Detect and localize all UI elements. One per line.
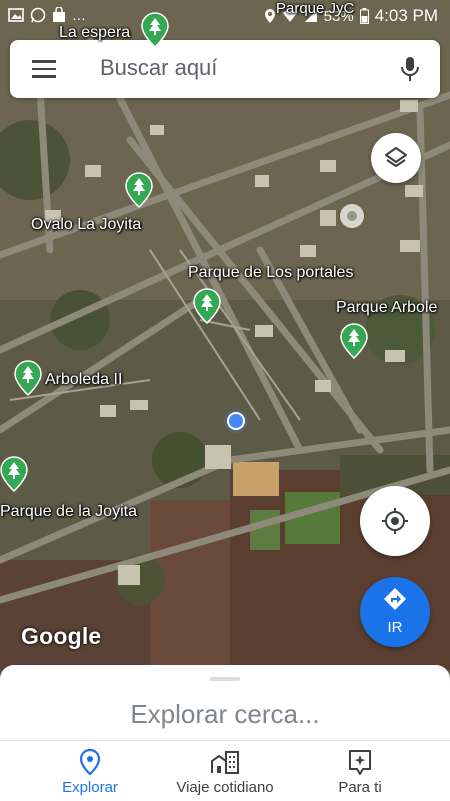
tab-label: Para ti [338,779,382,796]
map-label-parque-arboleda[interactable]: Parque Arbole [336,299,437,317]
tab-viaje-cotidiano[interactable]: Viaje cotidiano [160,741,290,801]
park-pin-icon[interactable] [125,172,153,208]
directions-button[interactable]: IR [360,577,430,647]
clock: 4:03 PM [374,6,438,25]
search-bar[interactable]: Buscar aquí [10,40,440,98]
tab-explorar[interactable]: Explorar [40,741,140,801]
park-pin-icon[interactable] [14,360,42,396]
map-label-ovalo-la-joyita[interactable]: Ovalo La Joyita [31,216,141,234]
crosshair-icon [382,508,408,534]
park-pin-icon[interactable] [193,288,221,324]
gallery-icon [8,8,24,22]
more-notifications-icon: … [72,7,86,23]
directions-label: IR [387,619,403,636]
notification-icons: … [8,7,86,23]
tab-para-ti[interactable]: Para ti [310,741,410,801]
park-pin-icon[interactable] [0,456,28,492]
sheet-drag-handle[interactable] [210,677,240,681]
map-label-la-espera[interactable]: La espera [59,24,130,42]
my-location-button[interactable] [360,486,430,556]
hamburger-menu-icon[interactable] [32,60,56,78]
google-logo: Google [21,623,102,649]
map-label-parque-de-los-portales[interactable]: Parque de Los portales [188,264,353,282]
location-icon [264,9,275,23]
park-pin-icon[interactable] [340,323,368,359]
map-label-arboleda-ii[interactable]: Arboleda II [45,371,122,389]
explore-nearby-title[interactable]: Explorar cerca... [0,699,450,730]
commute-buildings-icon [211,751,239,774]
directions-arrow-icon [384,588,406,610]
user-location-dot [224,409,248,433]
battery-icon [359,8,369,24]
map-label-parque-jyc[interactable]: Parque JyC [276,0,354,17]
layers-icon [385,147,407,167]
shopping-bag-icon [53,7,65,22]
explore-sheet[interactable]: Explorar cerca... [0,665,450,740]
location-pin-icon [79,749,101,775]
map-label-parque-de-la-joyita[interactable]: Parque de la Joyita [0,503,137,521]
sparkle-card-icon [349,750,371,775]
search-input[interactable]: Buscar aquí [100,55,217,81]
bottom-navigation: Explorar Viaje cotidiano Para ti [0,740,450,801]
whatsapp-icon [30,7,46,23]
layers-button[interactable] [371,133,421,183]
tab-label: Viaje cotidiano [176,779,274,796]
park-pin-icon[interactable] [141,12,169,48]
microphone-icon[interactable] [400,56,420,82]
tab-label: Explorar [62,779,118,796]
